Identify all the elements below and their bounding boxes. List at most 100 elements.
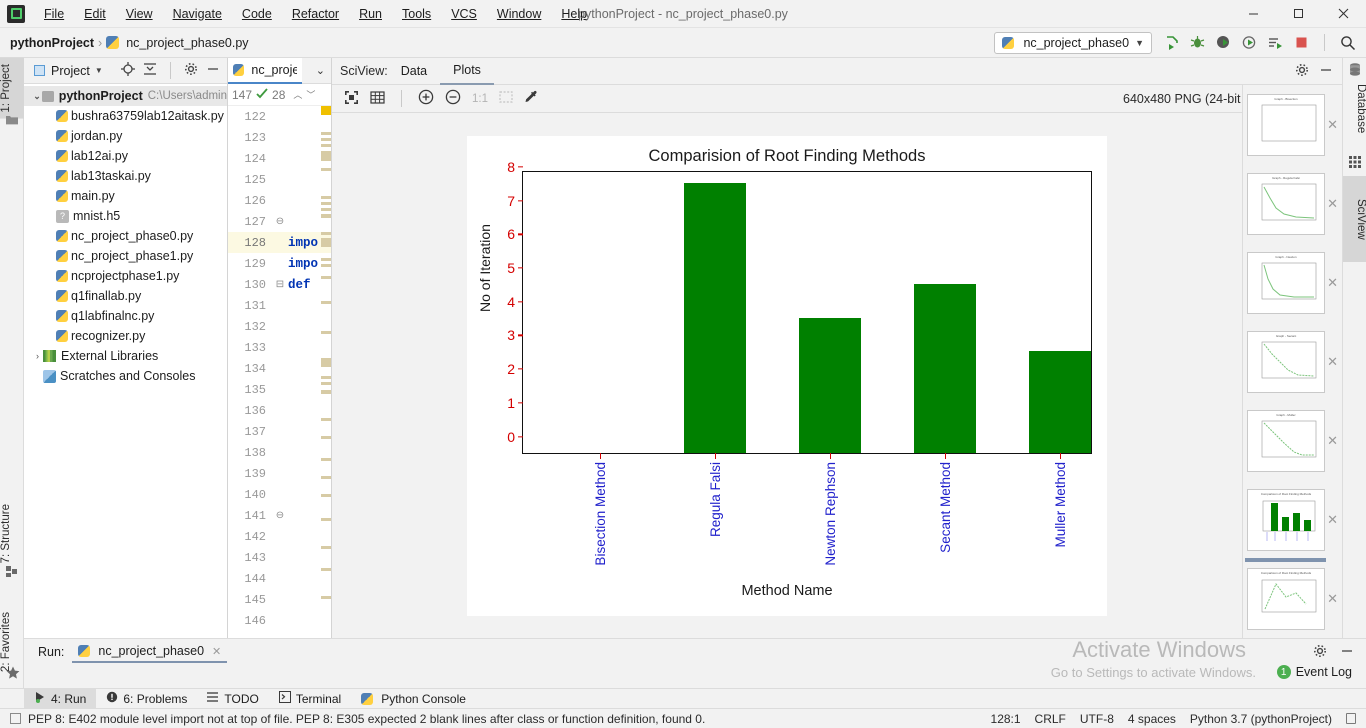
tree-external-libraries[interactable]: › External Libraries [24,346,227,366]
thumbnail-preview[interactable]: Comparision of Root Finding Methods [1247,488,1325,551]
run-tests-icon[interactable] [1267,34,1284,51]
list-item[interactable]: jordan.py [24,126,227,146]
run-tab[interactable]: nc_project_phase0 ✕ [72,641,228,663]
event-log-button[interactable]: 1 Event Log [1276,665,1352,679]
list-item[interactable]: nc_project_phase1.py [24,246,227,266]
code-line[interactable]: 127 ⊖ [228,211,331,232]
menu-help[interactable]: Help [551,3,597,25]
chevron-down-icon[interactable]: ▼ [95,66,103,75]
maximize-button[interactable] [1276,0,1321,28]
code-line[interactable]: 131 [228,295,331,316]
thumbnail-preview[interactable]: Graph - Bisection [1247,93,1325,156]
code-line[interactable]: 124 [228,148,331,169]
close-icon[interactable]: ✕ [1327,512,1338,528]
code-line[interactable]: 138 [228,442,331,463]
list-item[interactable]: bushra63759lab12aitask.py [24,106,227,126]
caret-position[interactable]: 128:1 [991,712,1021,726]
code-line[interactable]: 126 [228,190,331,211]
thumbnail-preview[interactable]: Graph - Regula Falsi [1247,172,1325,235]
tool-window-problems[interactable]: 6: Problems [96,689,197,709]
menu-refactor[interactable]: Refactor [282,3,349,25]
list-item[interactable]: lab12ai.py [24,146,227,166]
code-line[interactable]: 132 [228,316,331,337]
menu-navigate[interactable]: Navigate [163,3,232,25]
tool-window-todo[interactable]: TODO [197,689,268,709]
editor-gutter[interactable]: 122 123 124 125 126 127 ⊖ 128 impo 129 impo… [228,106,331,638]
grid-icon[interactable] [370,90,385,108]
code-line[interactable]: 144 [228,568,331,589]
run-icon[interactable] [1163,34,1180,51]
indent-setting[interactable]: 4 spaces [1128,712,1176,726]
menu-edit[interactable]: Edit [74,3,116,25]
list-item[interactable]: main.py [24,186,227,206]
tab-nc-project-phase0[interactable]: nc_proje [228,58,302,84]
prev-problem-icon[interactable]: ︿ [293,88,302,101]
list-item[interactable]: recognizer.py [24,326,227,346]
tab-data[interactable]: Data [388,58,440,85]
minimize-icon[interactable] [1319,63,1333,80]
thumbnail-item-selected[interactable]: Comparision of Root Finding Methods ✕ [1243,480,1342,562]
run-configuration-selector[interactable]: nc_project_phase0 ▼ [994,31,1152,54]
menu-code[interactable]: Code [232,3,282,25]
thumbnail-preview[interactable]: Comparision of Root Finding Methods [1247,567,1325,630]
debug-icon[interactable] [1189,34,1206,51]
code-line[interactable]: 146 [228,610,331,631]
code-line[interactable]: 122 [228,106,331,127]
fold-marker-expanded[interactable]: ⊟ [272,279,288,290]
thumbnail-item[interactable]: Graph - Bisection ✕ [1243,85,1342,164]
thumbnail-preview[interactable]: Graph - Muller [1247,409,1325,472]
list-item[interactable]: q1labfinalnc.py [24,306,227,326]
close-icon[interactable]: ✕ [1327,354,1338,370]
tree-root[interactable]: ⌄ pythonProject C:\Users\admin [24,86,227,106]
thumbnail-item[interactable]: Graph - Muller ✕ [1243,401,1342,480]
sidebar-item-project[interactable]: 1: Project [0,58,24,119]
code-line[interactable]: 145 [228,589,331,610]
close-icon[interactable]: ✕ [212,645,221,658]
breadcrumb-file[interactable]: nc_project_phase0.py [126,36,248,50]
code-line[interactable]: 125 [228,169,331,190]
zoom-out-icon[interactable] [445,89,461,108]
gear-icon[interactable] [1313,644,1327,661]
code-line[interactable]: 141 ⊖ [228,505,331,526]
code-line[interactable]: 143 [228,547,331,568]
fit-selection-icon[interactable] [499,90,513,107]
breadcrumb-project[interactable]: pythonProject [10,36,94,50]
menu-window[interactable]: Window [487,3,551,25]
sidebar-item-structure[interactable]: 7: Structure [0,498,24,569]
list-item[interactable]: ? mnist.h5 [24,206,227,226]
code-line[interactable]: 139 [228,463,331,484]
tree-scratches[interactable]: Scratches and Consoles [24,366,227,386]
sidebar-item-sciview[interactable]: SciView [1343,176,1366,262]
code-line[interactable]: 133 [228,337,331,358]
code-line[interactable]: 129 impo [228,253,331,274]
menu-file[interactable]: File [34,3,74,25]
tool-window-python-console[interactable]: Python Console [351,689,476,709]
list-item[interactable]: q1finallab.py [24,286,227,306]
code-line[interactable]: 123 [228,127,331,148]
menu-tools[interactable]: Tools [392,3,441,25]
collapse-all-icon[interactable] [143,62,157,79]
file-encoding[interactable]: UTF-8 [1080,712,1114,726]
zoom-in-icon[interactable] [418,89,434,108]
tool-window-run[interactable]: 4: Run [24,688,97,709]
gear-icon[interactable] [184,62,198,79]
close-icon[interactable]: ✕ [1327,117,1338,133]
fold-marker-collapsed[interactable]: ⊖ [272,216,288,227]
tab-plots[interactable]: Plots [440,58,494,85]
plot-thumbnail-list[interactable]: Graph - Bisection ✕ Graph - Regula Falsi… [1242,85,1342,638]
thumbnail-item[interactable]: Graph - Secant ✕ [1243,322,1342,401]
menu-view[interactable]: View [116,3,163,25]
close-icon[interactable]: ✕ [1327,433,1338,449]
search-everywhere-icon[interactable] [1339,34,1356,51]
minimize-button[interactable] [1231,0,1276,28]
code-line[interactable]: 134 [228,358,331,379]
chevron-down-icon[interactable]: ⌄ [32,91,42,102]
line-separator[interactable]: CRLF [1035,712,1066,726]
run-with-coverage-icon[interactable] [1215,34,1232,51]
profile-icon[interactable] [1241,34,1258,51]
code-line[interactable]: 140 [228,484,331,505]
close-icon[interactable]: ✕ [1327,196,1338,212]
thumbnail-preview[interactable]: Graph - Secant [1247,330,1325,393]
close-icon[interactable]: ✕ [1327,275,1338,291]
thumbnail-item[interactable]: Graph - Regula Falsi ✕ [1243,164,1342,243]
